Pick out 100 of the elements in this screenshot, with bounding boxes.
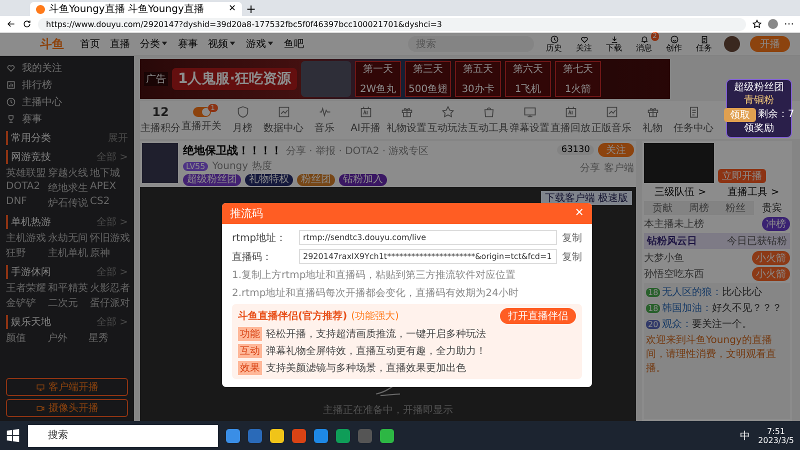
toolbar-item[interactable]: 互动玩法: [427, 105, 468, 135]
category-link[interactable]: 金铲铲: [6, 296, 46, 310]
toolbar-item[interactable]: 任务中心: [673, 105, 714, 135]
copy-button[interactable]: 复制: [562, 250, 582, 264]
start-stream-button[interactable]: 摄像头开播: [6, 399, 128, 417]
category-link[interactable]: 炉石传说: [48, 196, 88, 210]
toolbar-item[interactable]: 礼物: [632, 105, 673, 135]
new-tab-icon[interactable]: +: [246, 2, 256, 16]
category-link[interactable]: 永劫无间: [48, 231, 88, 245]
category-link[interactable]: CS2: [90, 196, 128, 210]
input-field[interactable]: rtmp://sendtc3.douyu.com/live: [299, 230, 557, 245]
toolbar-item[interactable]: 正版音乐: [591, 105, 632, 135]
panel-link[interactable]: 三级队伍 >: [654, 185, 706, 199]
sidebar-link[interactable]: 主播中心: [6, 94, 128, 109]
toolbar-item[interactable]: AI开播: [345, 105, 386, 135]
category-link[interactable]: 绝地求生: [48, 181, 88, 195]
nav-link[interactable]: 赛事: [178, 37, 198, 51]
panel-link[interactable]: 直播工具 >: [728, 185, 780, 199]
app-icon[interactable]: [314, 428, 328, 442]
feature-tag[interactable]: 超级粉丝团: [183, 174, 241, 186]
address-bar[interactable]: https://www.douyu.com/2920147?dyshid=39d20a8-177532fbc5f0f46397bcc100021701&dyshci=3: [38, 18, 746, 30]
site-logo[interactable]: 斗鱼: [40, 36, 64, 52]
toolbar-item[interactable]: 数据中心: [263, 105, 304, 135]
taskbar-search-field[interactable]: 搜索: [28, 424, 218, 446]
back-icon[interactable]: [6, 19, 16, 29]
user-avatar[interactable]: [724, 36, 740, 52]
task-icon[interactable]: [700, 34, 708, 44]
toolbar-item[interactable]: 音乐: [304, 105, 345, 135]
input-method-indicator[interactable]: 中: [740, 428, 750, 442]
nav-link[interactable]: 游戏: [246, 37, 274, 51]
toolbar-item[interactable]: 月榜: [222, 105, 263, 135]
rank-tab[interactable]: 粉丝: [717, 201, 754, 215]
category-link[interactable]: 穿越火线: [48, 166, 88, 180]
heart-icon[interactable]: [580, 34, 588, 44]
feature-tag[interactable]: 粉丝团: [297, 174, 335, 186]
rank-button[interactable]: 冲榜: [762, 217, 790, 231]
rank-tab[interactable]: 贵宾: [754, 201, 790, 215]
category-link[interactable]: 怀旧游戏: [90, 231, 130, 245]
category-link[interactable]: 二次元: [48, 296, 88, 310]
action-link[interactable]: 分享: [580, 161, 600, 175]
menu-icon[interactable]: ⋯: [784, 18, 794, 30]
download-client-badge[interactable]: 下载客户端 极速版: [540, 191, 632, 205]
claim-button[interactable]: 领取: [724, 108, 756, 122]
feature-tag[interactable]: 礼物特权: [245, 174, 293, 186]
profile-avatar[interactable]: [768, 19, 778, 29]
rank-tab[interactable]: 周榜: [680, 201, 717, 215]
browser-tab[interactable]: 斗鱼Youngy直播 斗鱼Youngy直播 ✕: [30, 2, 242, 16]
feature-tag[interactable]: 钻粉加入: [339, 174, 387, 186]
sidebar-link[interactable]: 我的关注: [6, 60, 128, 75]
category-link[interactable]: 主机单机: [48, 246, 88, 260]
follow-button[interactable]: 关注: [598, 143, 634, 157]
ad-banner[interactable]: 广告 1人鬼服·狂吃资源 第一天 2W鱼丸 第三天 500鱼翅 第五天 30办卡 第六天 1飞机 第七天 1火箭: [140, 59, 670, 99]
category-link[interactable]: 蛋仔派对: [90, 296, 130, 310]
category-link[interactable]: 原神: [90, 246, 130, 260]
toolbar-item[interactable]: 礼物设置: [386, 105, 427, 135]
go-live-button[interactable]: 开播: [750, 36, 790, 52]
input-field[interactable]: 2920147raxIX9Ych1t**********************&origin=tct&fcd=1: [299, 249, 557, 264]
nav-link[interactable]: 直播: [110, 37, 130, 51]
category-link[interactable]: 星秀: [88, 331, 128, 345]
category-link[interactable]: 颜值: [6, 331, 46, 345]
star-icon[interactable]: [752, 19, 762, 29]
nav-link[interactable]: 首页: [80, 37, 100, 51]
face-icon[interactable]: [670, 34, 678, 44]
open-app-button[interactable]: 打开直播伴侣: [500, 308, 576, 324]
category-link[interactable]: 火影忍者: [90, 281, 130, 295]
bell-icon[interactable]: [640, 34, 648, 44]
close-icon[interactable]: ✕: [574, 206, 584, 221]
action-link[interactable]: 客户端: [604, 161, 634, 175]
nav-link[interactable]: 分类: [140, 37, 168, 51]
close-icon[interactable]: ✕: [228, 4, 236, 14]
category-link[interactable]: DOTA2: [6, 181, 46, 195]
app-icon[interactable]: [226, 428, 240, 442]
sidebar-link[interactable]: 赛事: [6, 111, 128, 126]
category-link[interactable]: 地下城: [90, 166, 128, 180]
category-link[interactable]: 主机游戏: [6, 231, 46, 245]
sidebar-link[interactable]: 排行榜: [6, 77, 128, 92]
category-link[interactable]: 和平精英: [48, 281, 88, 295]
toolbar-item[interactable]: 互动工具: [468, 105, 509, 135]
taskbar-clock[interactable]: 7:51 2023/3/5: [758, 426, 794, 444]
start-live-button[interactable]: 立即开播: [718, 169, 766, 183]
clock-icon[interactable]: [550, 34, 558, 44]
category-link[interactable]: 狂野: [6, 246, 46, 260]
app-icon[interactable]: [380, 428, 394, 442]
app-icon[interactable]: [270, 428, 284, 442]
category-link[interactable]: 户外: [47, 331, 87, 345]
rank-tab[interactable]: 贡献: [644, 201, 680, 215]
category-link[interactable]: DNF: [6, 196, 46, 210]
app-icon[interactable]: [336, 428, 350, 442]
category-link[interactable]: 王者荣耀: [6, 281, 46, 295]
start-stream-button[interactable]: 客户端开播: [6, 378, 128, 396]
nav-link[interactable]: 鱼吧: [284, 37, 304, 51]
copy-button[interactable]: 复制: [562, 230, 582, 244]
gift-button[interactable]: 小火箭: [752, 267, 790, 281]
download-icon[interactable]: [610, 34, 618, 44]
nav-link[interactable]: 视频: [208, 37, 236, 51]
toolbar-item[interactable]: 直播回放: [550, 105, 591, 135]
category-link[interactable]: APEX: [90, 181, 128, 195]
gift-button[interactable]: 小火箭: [752, 251, 790, 265]
category-link[interactable]: 英雄联盟: [6, 166, 46, 180]
reload-icon[interactable]: [22, 19, 32, 29]
